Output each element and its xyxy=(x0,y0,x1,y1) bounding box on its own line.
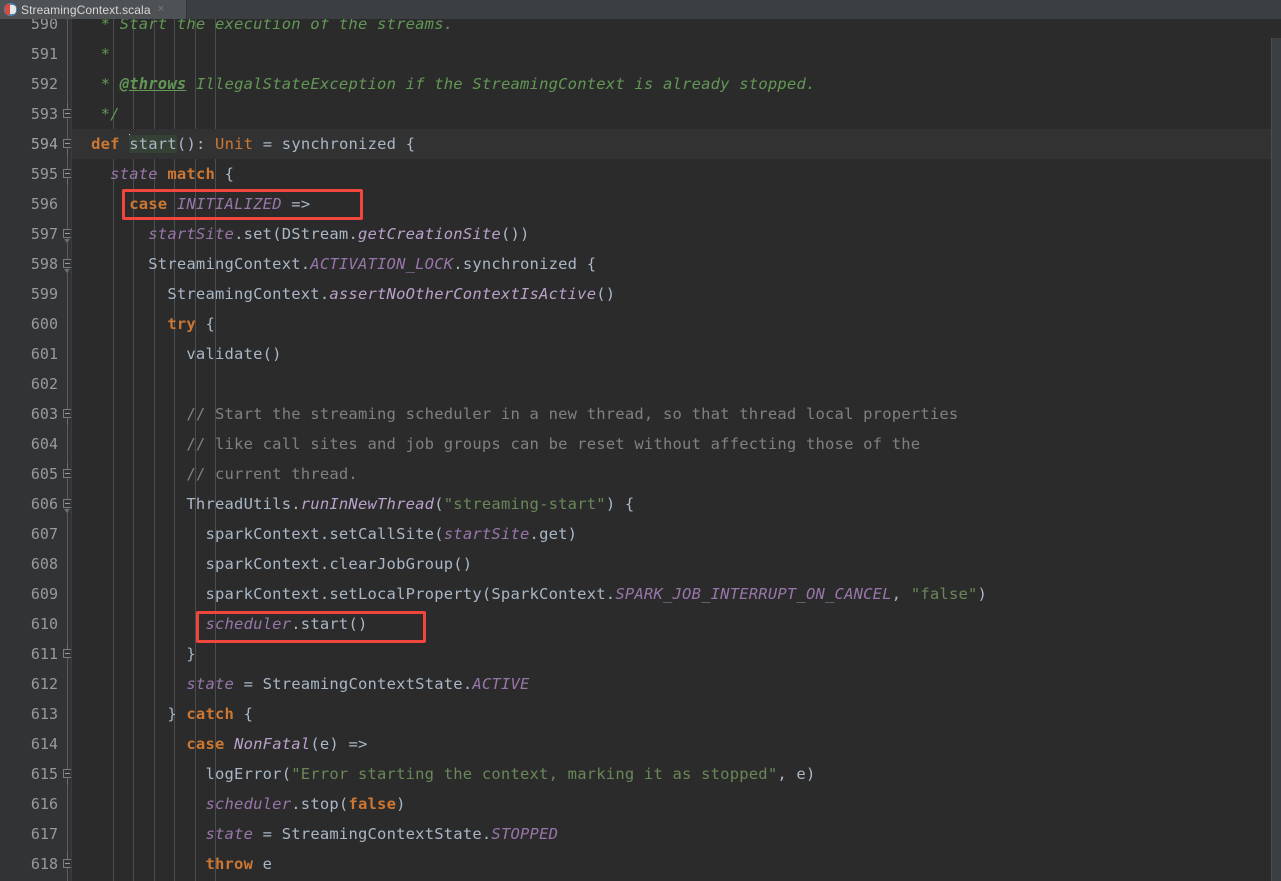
code-line-611: } xyxy=(72,639,196,669)
close-icon[interactable]: × xyxy=(158,4,164,15)
code-line-609: sparkContext.setLocalProperty(SparkConte… xyxy=(72,579,987,609)
line-number-614: 614 xyxy=(0,729,58,759)
code-line-616: scheduler.stop(false) xyxy=(72,789,406,819)
code-line-605: // current thread. xyxy=(72,459,358,489)
line-number-599: 599 xyxy=(0,279,58,309)
line-number-612: 612 xyxy=(0,669,58,699)
line-number-593: 593 xyxy=(0,99,58,129)
tab-streamingcontext-scala[interactable]: StreamingContext.scala × xyxy=(0,0,187,19)
code-line-612: state = StreamingContextState.ACTIVE xyxy=(72,669,530,699)
line-number-610: 610 xyxy=(0,609,58,639)
code-line-615: logError("Error starting the context, ma… xyxy=(72,759,816,789)
tab-label: StreamingContext.scala xyxy=(21,3,151,17)
line-number-611: 611 xyxy=(0,639,58,669)
code-line-613: } catch { xyxy=(72,699,253,729)
line-number-607: 607 xyxy=(0,519,58,549)
code-line-592: * @throws IllegalStateException if the S… xyxy=(72,69,816,99)
code-line-607: sparkContext.setCallSite(startSite.get) xyxy=(72,519,577,549)
line-number-598: 598 xyxy=(0,249,58,279)
editor-right-border xyxy=(1271,38,1272,881)
line-number-594: 594 xyxy=(0,129,58,159)
code-line-603: // Start the streaming scheduler in a ne… xyxy=(72,399,958,429)
code-line-591: * xyxy=(72,39,110,69)
code-line-599: StreamingContext.assertNoOtherContextIsA… xyxy=(72,279,615,309)
code-line-614: case NonFatal(e) => xyxy=(72,729,368,759)
line-number-601: 601 xyxy=(0,339,58,369)
line-number-606: 606 xyxy=(0,489,58,519)
code-line-604: // like call sites and job groups can be… xyxy=(72,429,920,459)
code-line-594: def start(): Unit = synchronized { xyxy=(72,129,415,159)
scala-file-icon xyxy=(4,3,17,16)
editor-gutter[interactable]: 5905915925935945955965975985996006016026… xyxy=(0,19,72,881)
line-number-613: 613 xyxy=(0,699,58,729)
line-number-590: 590 xyxy=(0,19,58,39)
code-line-606: ThreadUtils.runInNewThread("streaming-st… xyxy=(72,489,634,519)
code-line-598: StreamingContext.ACTIVATION_LOCK.synchro… xyxy=(72,249,596,279)
vertical-scrollbar[interactable] xyxy=(1272,38,1281,881)
line-number-603: 603 xyxy=(0,399,58,429)
code-line-600: try { xyxy=(72,309,215,339)
code-line-590: * Start the execution of the streams. xyxy=(72,19,453,39)
line-number-618: 618 xyxy=(0,849,58,879)
editor-tab-bar: StreamingContext.scala × xyxy=(0,0,1281,20)
line-number-600: 600 xyxy=(0,309,58,339)
line-number-615: 615 xyxy=(0,759,58,789)
line-number-596: 596 xyxy=(0,189,58,219)
line-number-608: 608 xyxy=(0,549,58,579)
line-number-604: 604 xyxy=(0,429,58,459)
code-line-610: scheduler.start() xyxy=(72,609,368,639)
code-line-601: validate() xyxy=(72,339,282,369)
line-number-616: 616 xyxy=(0,789,58,819)
line-number-591: 591 xyxy=(0,39,58,69)
line-number-605: 605 xyxy=(0,459,58,489)
code-line-617: state = StreamingContextState.STOPPED xyxy=(72,819,558,849)
code-line-595: state match { xyxy=(72,159,234,189)
line-number-597: 597 xyxy=(0,219,58,249)
code-line-608: sparkContext.clearJobGroup() xyxy=(72,549,472,579)
code-area[interactable]: * Start the execution of the streams. * … xyxy=(72,19,1281,881)
line-number-602: 602 xyxy=(0,369,58,399)
line-number-609: 609 xyxy=(0,579,58,609)
code-line-618: throw e xyxy=(72,849,272,879)
editor-window: StreamingContext.scala × 590591592593594… xyxy=(0,0,1281,881)
code-line-597: startSite.set(DStream.getCreationSite()) xyxy=(72,219,530,249)
line-number-595: 595 xyxy=(0,159,58,189)
code-editor[interactable]: 5905915925935945955965975985996006016026… xyxy=(0,19,1281,881)
code-line-596: case INITIALIZED => xyxy=(72,189,310,219)
line-number-617: 617 xyxy=(0,819,58,849)
code-line-593: */ xyxy=(72,99,120,129)
line-number-592: 592 xyxy=(0,69,58,99)
